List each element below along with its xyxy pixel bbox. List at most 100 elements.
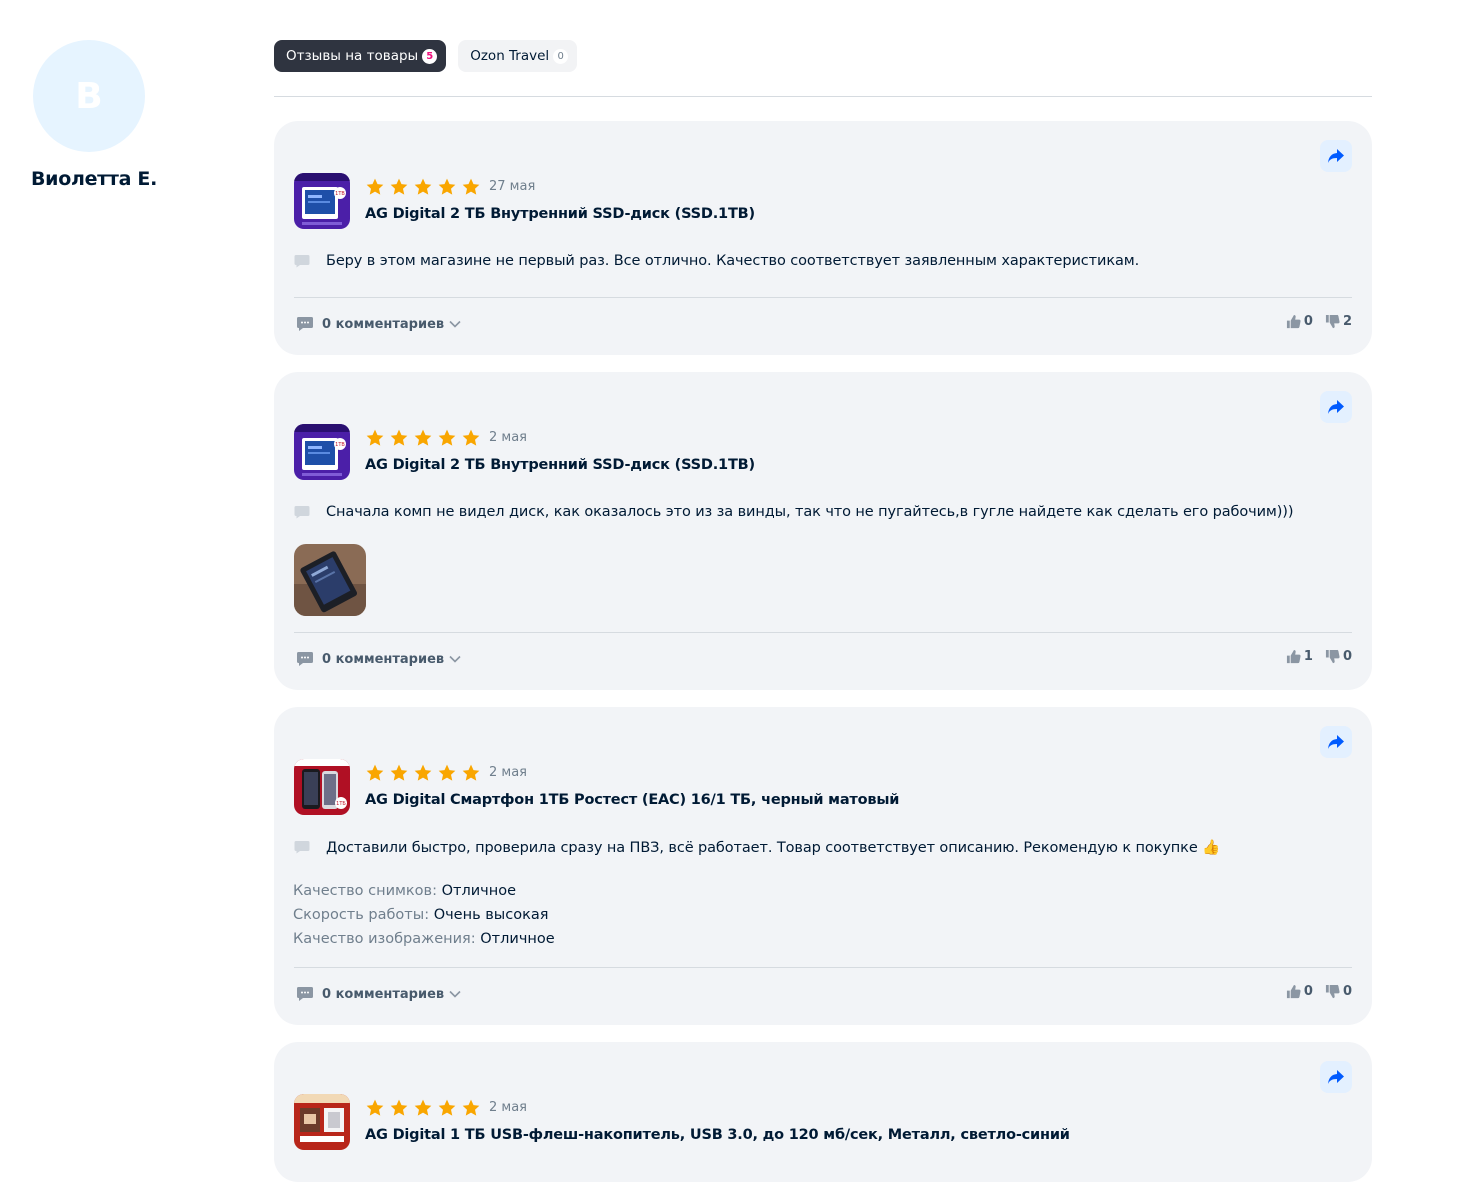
comments-toggle[interactable]: 0 комментариев — [296, 984, 461, 1004]
share-icon — [1328, 400, 1344, 414]
share-icon — [1328, 149, 1344, 163]
tab-ozon-travel[interactable]: Ozon Travel 0 — [458, 40, 578, 72]
star-icon — [390, 178, 408, 195]
user-name: Виолетта Е. — [31, 168, 158, 190]
star-icon — [462, 1099, 480, 1116]
like-button[interactable]: 0 — [1286, 984, 1313, 999]
rating-stars — [365, 428, 481, 448]
thumbs-down-icon — [1325, 984, 1340, 999]
vote-controls: 0 0 — [1286, 984, 1352, 999]
attribute-key: Скорость работы: — [293, 907, 430, 923]
share-button[interactable] — [1320, 1061, 1352, 1093]
review-text: Доставили быстро, проверила сразу на ПВЗ… — [326, 839, 1221, 856]
thumbs-up-icon — [1286, 314, 1301, 329]
product-title-link[interactable]: AG Digital 2 ТБ Внутренний SSD-диск (SSD… — [365, 206, 755, 222]
avatar[interactable]: В — [33, 40, 145, 152]
like-button[interactable]: 1 — [1286, 649, 1313, 664]
product-thumbnail[interactable]: 1TB — [294, 424, 350, 480]
review-attribute: Качество снимков: Отличное — [293, 883, 516, 899]
review-text-row: Доставили быстро, проверила сразу на ПВЗ… — [294, 836, 1220, 858]
star-icon — [462, 429, 480, 446]
review-attribute: Скорость работы: Очень высокая — [293, 907, 548, 923]
comment-icon — [294, 501, 316, 523]
dislike-button[interactable]: 0 — [1325, 984, 1352, 999]
thumbs-up-icon — [1286, 649, 1301, 664]
like-button[interactable]: 0 — [1286, 314, 1313, 329]
comments-toggle[interactable]: 0 комментариев — [296, 649, 461, 669]
comments-count: 0 комментариев — [322, 986, 445, 1002]
review-date: 2 мая — [489, 765, 527, 780]
dislike-count: 0 — [1342, 649, 1352, 664]
star-icon — [414, 429, 432, 446]
review-photo[interactable] — [294, 544, 366, 616]
review-text-row: Беру в этом магазине не первый раз. Все … — [294, 250, 1139, 272]
star-icon — [366, 1099, 384, 1116]
star-icon — [366, 429, 384, 446]
thumb-label: 1TB — [335, 191, 345, 197]
comment-icon — [296, 984, 316, 1004]
review-text-row: Сначала комп не видел диск, как оказалос… — [294, 501, 1294, 523]
share-icon — [1328, 735, 1344, 749]
tabs-divider — [274, 96, 1372, 97]
star-icon — [414, 178, 432, 195]
star-icon — [414, 764, 432, 781]
tab-count-badge: 0 — [553, 48, 569, 64]
review-attribute: Качество изображения: Отличное — [293, 931, 555, 947]
vote-controls: 0 2 — [1286, 314, 1352, 329]
dislike-button[interactable]: 0 — [1325, 649, 1352, 664]
rating-stars — [365, 763, 481, 783]
tab-product-reviews[interactable]: Отзывы на товары 5 — [274, 40, 447, 72]
chevron-down-icon — [449, 320, 461, 328]
comment-icon — [294, 250, 316, 272]
comments-toggle[interactable]: 0 комментариев — [296, 314, 461, 334]
star-icon — [366, 764, 384, 781]
star-icon — [438, 1099, 456, 1116]
dislike-count: 0 — [1342, 984, 1352, 999]
star-icon — [414, 1099, 432, 1116]
chevron-down-icon — [449, 990, 461, 998]
review-date: 2 мая — [489, 430, 527, 445]
share-button[interactable] — [1320, 726, 1352, 758]
review-card: 1TB 27 мая AG Digital 2 ТБ Внутренний SS… — [274, 121, 1372, 355]
thumbs-down-icon — [1325, 649, 1340, 664]
like-count: 1 — [1303, 649, 1313, 664]
review-date: 27 мая — [489, 179, 536, 194]
star-icon — [366, 178, 384, 195]
product-title-link[interactable]: AG Digital 2 ТБ Внутренний SSD-диск (SSD… — [365, 457, 755, 473]
star-icon — [438, 764, 456, 781]
comment-icon — [296, 649, 316, 669]
tabs: Отзывы на товары 5 Ozon Travel 0 — [274, 40, 578, 72]
share-icon — [1328, 1070, 1344, 1084]
attribute-value: Очень высокая — [433, 907, 549, 923]
star-icon — [462, 764, 480, 781]
vote-controls: 1 0 — [1286, 649, 1352, 664]
review-card: 1TБ 2 мая AG Digital Смартфон 1ТБ Ростес… — [274, 707, 1372, 1025]
attribute-value: Отличное — [441, 883, 516, 899]
like-count: 0 — [1303, 984, 1313, 999]
product-thumbnail[interactable] — [294, 1094, 350, 1150]
share-button[interactable] — [1320, 140, 1352, 172]
review-card: 2 мая AG Digital 1 ТБ USB-флеш-накопител… — [274, 1042, 1372, 1182]
attribute-key: Качество снимков: — [293, 883, 437, 899]
dislike-count: 2 — [1342, 314, 1352, 329]
share-button[interactable] — [1320, 391, 1352, 423]
comment-icon — [294, 836, 316, 858]
thumb-label: 1TБ — [336, 801, 346, 807]
review-text: Беру в этом магазине не первый раз. Все … — [326, 253, 1140, 269]
attribute-key: Качество изображения: — [293, 931, 476, 947]
tab-label: Отзывы на товары — [286, 48, 419, 64]
comments-count: 0 комментариев — [322, 316, 445, 332]
rating-stars — [365, 1098, 481, 1118]
dislike-button[interactable]: 2 — [1325, 314, 1352, 329]
rating-stars — [365, 177, 481, 197]
star-icon — [390, 764, 408, 781]
product-thumbnail[interactable]: 1TB — [294, 173, 350, 229]
product-thumbnail[interactable]: 1TБ — [294, 759, 350, 815]
thumb-label: 1TB — [335, 442, 345, 448]
star-icon — [438, 429, 456, 446]
product-title-link[interactable]: AG Digital 1 ТБ USB-флеш-накопитель, USB… — [365, 1127, 1070, 1143]
product-title-link[interactable]: AG Digital Смартфон 1ТБ Ростест (EAC) 16… — [365, 792, 899, 808]
star-icon — [390, 1099, 408, 1116]
attribute-value: Отличное — [480, 931, 555, 947]
like-count: 0 — [1303, 314, 1313, 329]
